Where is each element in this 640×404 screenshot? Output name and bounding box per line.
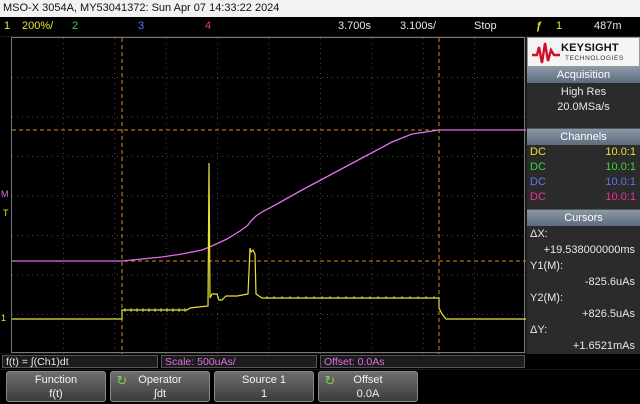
channel-row-1[interactable]: DC 10.0:1	[527, 145, 640, 160]
title-bar: MSO-X 3054A, MY53041372: Sun Apr 07 14:3…	[0, 0, 640, 17]
ch3-coupling: DC	[530, 176, 546, 188]
cursor-dy-label: ΔY:	[530, 324, 548, 336]
ch4-probe: 10.0:1	[605, 191, 636, 203]
cursor-dx-label: ΔX:	[530, 228, 548, 240]
ch2-probe: 10.0:1	[605, 161, 636, 173]
left-marker-strip: M T 1	[0, 37, 11, 353]
trigger-source[interactable]: 1	[556, 17, 562, 36]
ch1-number[interactable]: 1	[4, 17, 10, 36]
offset-softkey[interactable]: ↻ Offset 0.0A	[318, 371, 418, 402]
keysight-wave-icon	[532, 42, 560, 64]
acquisition-body: High Res 20.0MSa/s	[527, 83, 640, 129]
waveform-display[interactable]	[11, 37, 526, 354]
math-trace	[12, 129, 526, 262]
graticule	[12, 38, 526, 354]
channels-body: DC 10.0:1 DC 10.0:1 DC 10.0:1 DC 10.0:1	[527, 145, 640, 210]
ch1-ground-marker[interactable]: 1	[1, 314, 6, 323]
window-title: MSO-X 3054A, MY53041372: Sun Apr 07 14:3…	[3, 2, 280, 14]
ch2-coupling: DC	[530, 161, 546, 173]
ch3-number[interactable]: 3	[138, 17, 144, 36]
status-bar: 1 200%/ 2 3 4 3.700s 3.100s/ Stop ƒ 1 48…	[0, 17, 640, 36]
time-scale[interactable]: 3.100s/	[400, 17, 436, 36]
right-panel: KEYSIGHT TECHNOLOGIES Acquisition High R…	[527, 37, 640, 355]
operator-softkey[interactable]: ↻ Operator ∫dt	[110, 371, 210, 402]
cursor-dx-value: +19.538000000ms	[543, 244, 635, 256]
ch1-probe: 10.0:1	[605, 146, 636, 158]
math-ground-marker[interactable]: M	[1, 190, 9, 199]
cursors-header[interactable]: Cursors	[527, 210, 640, 226]
function-softkey[interactable]: Function f(t)	[6, 371, 106, 402]
softkey-title: Operator	[138, 374, 182, 386]
ch1-scale[interactable]: 200%/	[22, 17, 53, 36]
cursor-y2-value: +826.5uAs	[582, 308, 635, 320]
function-scale[interactable]: Scale: 500uAs/	[161, 355, 317, 368]
waveform-canvas	[12, 38, 526, 354]
cursor-y1-label: Y1(M):	[530, 260, 563, 272]
channel-row-3[interactable]: DC 10.0:1	[527, 175, 640, 190]
trigger-level-marker[interactable]: T	[3, 209, 9, 218]
softkey-value: f(t)	[49, 388, 63, 400]
ch1-trace	[12, 162, 526, 320]
trigger-level[interactable]: 487m	[594, 17, 622, 36]
ch1-coupling: DC	[530, 146, 546, 158]
brand-name: KEYSIGHT	[561, 42, 619, 54]
function-offset[interactable]: Offset: 0.0As	[320, 355, 525, 368]
softkey-value: 0.0A	[356, 388, 380, 400]
softkey-title: Function	[34, 374, 78, 386]
channels-header[interactable]: Channels	[527, 129, 640, 145]
ch2-number[interactable]: 2	[72, 17, 78, 36]
ch4-number[interactable]: 4	[205, 17, 211, 36]
softkey-value: ∫dt	[153, 388, 167, 400]
trigger-edge-icon: ƒ	[536, 20, 543, 32]
run-state[interactable]: Stop	[474, 17, 497, 36]
cursor-y1-value: -825.6uAs	[584, 276, 635, 288]
channel-row-2[interactable]: DC 10.0:1	[527, 160, 640, 175]
brand-sub: TECHNOLOGIES	[565, 55, 624, 62]
cursors-body: ΔX: +19.538000000ms Y1(M): -825.6uAs Y2(…	[527, 226, 640, 355]
function-expression: f(t) = ∫(Ch1)dt	[2, 355, 158, 368]
ch3-probe: 10.0:1	[605, 176, 636, 188]
softkey-title: Source 1	[241, 374, 287, 386]
acq-mode: High Res	[560, 86, 607, 98]
source1-softkey[interactable]: Source 1 1	[214, 371, 314, 402]
ch4-coupling: DC	[530, 191, 546, 203]
acq-rate: 20.0MSa/s	[557, 101, 610, 113]
channel-row-4[interactable]: DC 10.0:1	[527, 190, 640, 205]
softkey-title: Offset	[353, 374, 383, 386]
softkey-bar: Function f(t) ↻ Operator ∫dt Source 1 1 …	[0, 370, 640, 404]
trigger-position[interactable]: 3.700s	[338, 17, 371, 36]
cursor-dy-value: +1.6521mAs	[572, 340, 635, 352]
cursor-y2-label: Y2(M):	[530, 292, 563, 304]
function-info-bar: f(t) = ∫(Ch1)dt Scale: 500uAs/ Offset: 0…	[0, 354, 640, 369]
acquisition-header[interactable]: Acquisition	[527, 67, 640, 83]
softkey-value: 1	[260, 388, 268, 400]
keysight-logo: KEYSIGHT TECHNOLOGIES	[527, 37, 640, 67]
